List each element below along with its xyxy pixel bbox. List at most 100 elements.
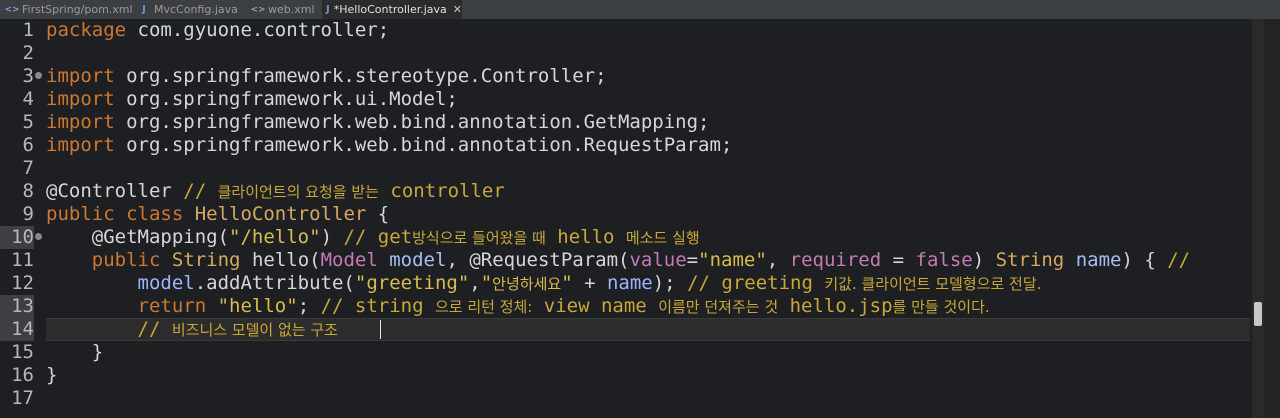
line-number: 1 <box>22 19 34 41</box>
code-line-9: public class HelloController { <box>46 203 389 226</box>
code-line-12: model.addAttribute("greeting","안녕하세요" + … <box>46 272 1042 295</box>
comment-korean-text: 비즈니스 모델이 없는 구조 <box>171 321 338 339</box>
comment-text: hello.jsp <box>778 295 893 317</box>
attribute-name: required <box>789 249 882 271</box>
class-name: HelloController <box>194 203 367 225</box>
code-line-4: import org.springframework.ui.Model; <box>46 88 458 111</box>
tab-label: MvcConfig.java <box>154 3 238 16</box>
variable-name: model <box>137 272 195 294</box>
code-text: org.springframework.web.bind.annotation.… <box>114 134 733 156</box>
code-text: ) { <box>1121 249 1168 271</box>
code-text: org.springframework.stereotype.Controlle… <box>114 65 607 87</box>
code-text: org.springframework.ui.Model; <box>114 88 458 110</box>
text-caret <box>380 320 381 339</box>
type-name: Model <box>320 249 378 271</box>
tab-hellocontroller-java[interactable]: J *HelloController.java ✕ <box>322 0 462 19</box>
code-line-6: import org.springframework.web.bind.anno… <box>46 134 732 157</box>
code-line-15: } <box>46 341 103 364</box>
type-name: String <box>171 249 241 271</box>
comment-korean-text: 으로 리턴 정체: <box>434 298 533 316</box>
comment: // get방식으로 들어왔을 때 hello 메소드 실행 <box>332 226 700 248</box>
tab-label: FirstSpring/pom.xml <box>22 3 133 16</box>
code-line-1: package com.gyuone.controller; <box>46 19 389 42</box>
tab-label: web.xml <box>268 3 315 16</box>
code-text: = <box>686 249 699 271</box>
comment-korean-text: 클라이언트의 요청을 받는 <box>217 183 379 201</box>
code-text: = <box>881 249 916 271</box>
code-text: + <box>572 272 607 294</box>
line-number: 2 <box>22 42 34 64</box>
close-icon[interactable]: ✕ <box>453 3 462 16</box>
comment-korean-text: 방식으로 들어왔을 때 <box>412 229 546 247</box>
boolean-literal: false <box>915 249 973 271</box>
keyword: import <box>46 134 115 156</box>
comment-text: // string <box>320 295 435 317</box>
code-line-5: import org.springframework.web.bind.anno… <box>46 111 709 134</box>
code-line-8: @Controller // 클라이언트의 요청을 받는 controller <box>46 180 505 203</box>
keyword: import <box>46 111 115 133</box>
comment: // greeting 키값. 클라이언트 모델형으로 전달. <box>687 272 1041 294</box>
code-line-13: return "hello"; // string 으로 리턴 정체: view… <box>46 295 990 318</box>
comment: // 클라이언트의 요청을 받는 controller <box>172 180 505 202</box>
line-number: 4 <box>22 88 34 110</box>
comment-text: hello <box>545 226 626 248</box>
fold-marker-icon[interactable] <box>35 72 42 79</box>
line-number: 15 <box>11 341 34 363</box>
line-number: 11 <box>11 249 34 271</box>
comment-korean-text: 를 만들 것이다. <box>892 298 990 316</box>
java-file-icon: J <box>142 4 146 15</box>
fold-marker-icon[interactable] <box>35 233 42 240</box>
keyword: return <box>137 295 207 317</box>
parameter-name: model <box>389 249 447 271</box>
line-number: 16 <box>11 364 34 386</box>
tab-pom-xml[interactable]: <> FirstSpring/pom.xml <box>0 0 136 19</box>
code-text: .addAttribute( <box>194 272 355 294</box>
annotation: @GetMapping( <box>91 226 230 248</box>
attribute-name: value <box>629 249 687 271</box>
comment-korean-text: 메소드 실행 <box>625 229 700 247</box>
xml-file-icon: <> <box>4 4 20 15</box>
line-number: 3 <box>22 65 34 87</box>
string-literal: "greeting" <box>354 272 470 294</box>
line-number: 10 <box>0 226 34 249</box>
code-text: org.springframework.web.bind.annotation.… <box>114 111 710 133</box>
tab-mvcconfig-java[interactable]: J MvcConfig.java <box>136 0 246 19</box>
code-editor[interactable]: 1 2 3 4 5 6 7 8 9 10 11 12 13 14 15 16 1… <box>0 19 1264 418</box>
code-text: ) <box>972 249 996 271</box>
vertical-scrollbar[interactable] <box>1252 19 1264 418</box>
keyword: public <box>91 249 161 271</box>
type-name: String <box>995 249 1065 271</box>
code-text: ; <box>297 295 321 317</box>
xml-file-icon: <> <box>250 4 266 15</box>
line-number: 8 <box>22 180 34 202</box>
variable-name: name <box>606 272 653 294</box>
code-text: , <box>766 249 790 271</box>
tab-web-xml[interactable]: <> web.xml <box>250 0 322 19</box>
string-literal: "/hello" <box>229 226 321 248</box>
code-text: { <box>366 203 390 225</box>
editor-tab-bar: <> FirstSpring/pom.xml J MvcConfig.java … <box>0 0 1280 20</box>
comment: // string 으로 리턴 정체: view name 이름만 던져주는 것… <box>321 295 990 317</box>
code-line-10: @GetMapping("/hello") // get방식으로 들어왔을 때 … <box>46 226 700 249</box>
line-number: 9 <box>22 203 34 225</box>
code-text: } <box>46 341 104 363</box>
annotation: @Controller <box>46 180 172 202</box>
line-number: 7 <box>22 157 34 179</box>
keyword: public class <box>46 203 184 225</box>
comment-text: // get <box>332 226 413 248</box>
scrollbar-thumb[interactable] <box>1254 302 1262 326</box>
keyword: package <box>46 19 127 41</box>
code-line-3: import org.springframework.stereotype.Co… <box>46 65 607 88</box>
string-literal: "hello" <box>217 295 298 317</box>
line-number: 17 <box>11 387 34 409</box>
line-number-gutter: 1 2 3 4 5 6 7 8 9 10 11 12 13 14 15 16 1… <box>0 19 46 418</box>
code-line-14: // 비즈니스 모델이 없는 구조 <box>46 318 338 341</box>
